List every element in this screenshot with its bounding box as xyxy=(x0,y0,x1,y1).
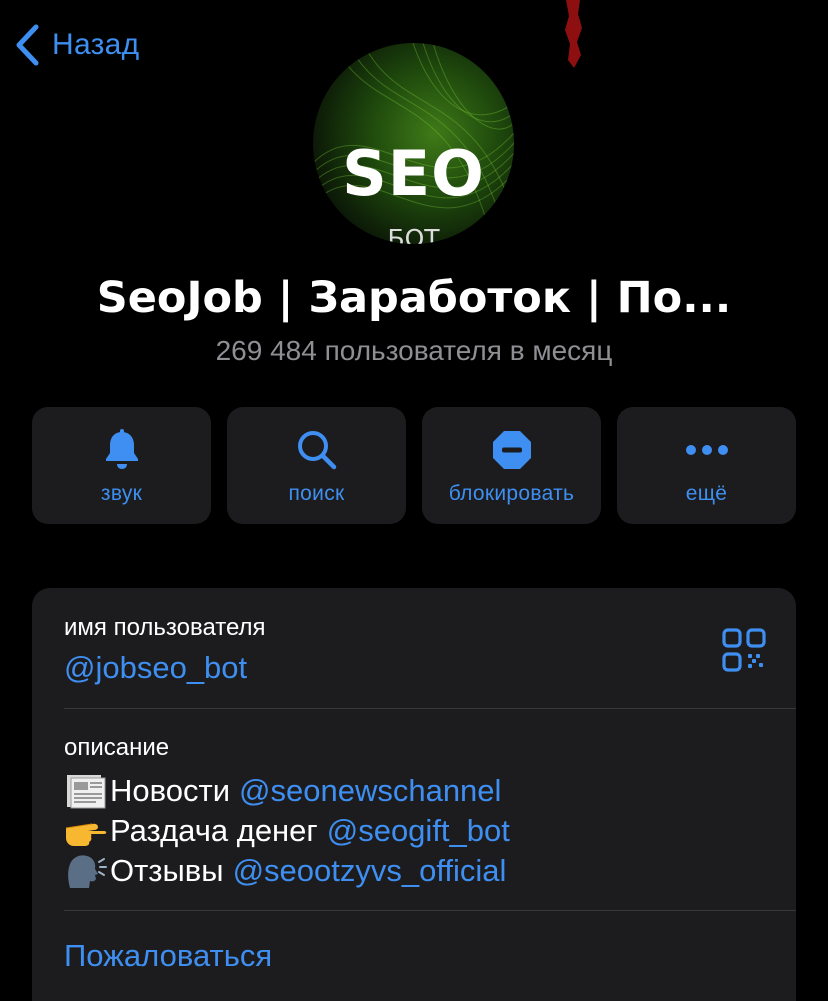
sound-button[interactable]: звук xyxy=(32,407,211,524)
report-button[interactable]: Пожаловаться xyxy=(64,936,272,976)
description-link[interactable]: @seogift_bot xyxy=(327,811,510,851)
separator xyxy=(64,708,796,709)
profile-name: SeoJob | Заработок | По... xyxy=(96,273,732,323)
back-label: Назад xyxy=(52,28,140,61)
description-line: Новости @seonewschannel xyxy=(64,771,501,811)
speaking-head-emoji-icon xyxy=(64,852,110,890)
block-button-label: блокировать xyxy=(448,482,575,505)
newspaper-emoji-icon xyxy=(64,772,110,810)
block-icon xyxy=(492,431,531,469)
description-line: Раздача денег @seogift_bot xyxy=(64,811,510,851)
chevron-left-icon xyxy=(16,24,39,66)
separator xyxy=(64,910,796,911)
description-line: Отзывы @seootzyvs_official xyxy=(64,851,506,891)
search-button-label: поиск xyxy=(288,482,345,505)
description-label: описание xyxy=(64,734,170,761)
pointing-hand-emoji-icon xyxy=(64,812,110,850)
avatar[interactable]: SEO БОТ xyxy=(313,43,514,244)
profile-subtitle: 269 484 пользователя в месяц xyxy=(215,335,613,366)
more-button-label: ещё xyxy=(685,482,728,505)
red-scribble-mark xyxy=(565,0,582,68)
username-label: имя пользователя xyxy=(64,614,266,641)
username-link[interactable]: @jobseo_bot xyxy=(64,649,247,687)
search-icon xyxy=(297,431,336,470)
avatar-title: SEO xyxy=(342,137,485,210)
back-button[interactable]: Назад xyxy=(14,22,139,68)
more-icon xyxy=(685,445,728,455)
info-card: имя пользователя @jobseo_bot описание Но… xyxy=(32,588,796,1001)
action-bar: звук поиск блокировать ещё xyxy=(32,407,796,524)
description-text: Раздача денег xyxy=(110,813,318,848)
sound-button-label: звук xyxy=(100,482,143,505)
qr-code-icon[interactable] xyxy=(722,628,766,672)
avatar-subtitle: БОТ xyxy=(387,224,440,245)
search-button[interactable]: поиск xyxy=(227,407,406,524)
block-button[interactable]: блокировать xyxy=(422,407,601,524)
description-link[interactable]: @seootzyvs_official xyxy=(233,851,507,891)
description-link[interactable]: @seonewschannel xyxy=(239,771,501,811)
description-text: Отзывы xyxy=(110,853,224,888)
more-button[interactable]: ещё xyxy=(617,407,796,524)
bell-icon xyxy=(105,429,138,469)
description-text: Новости xyxy=(110,773,231,808)
